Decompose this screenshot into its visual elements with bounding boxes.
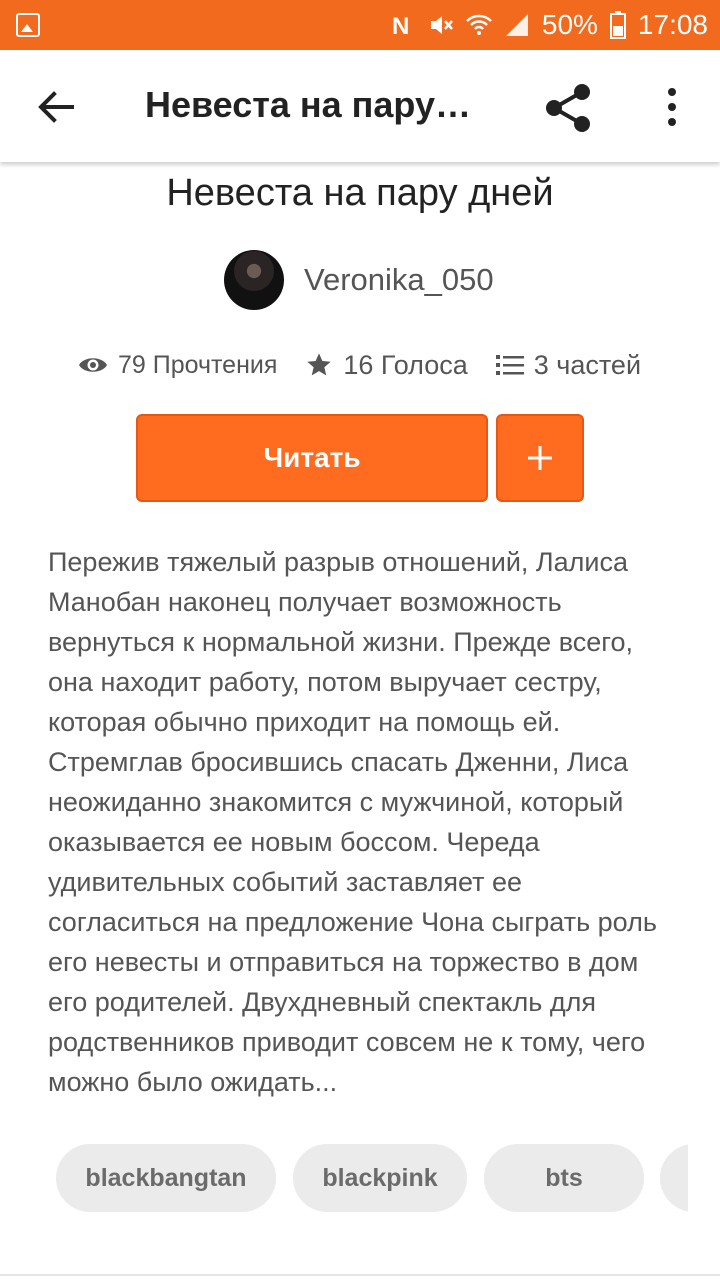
tag-list: blackbangtan blackpink bts: [56, 1144, 688, 1212]
signal-icon: [505, 14, 528, 36]
plus-icon: [528, 446, 552, 470]
tag-chip[interactable]: blackbangtan: [56, 1144, 276, 1212]
votes-stat: 16 Голоса: [305, 349, 468, 381]
tag-chip-partial[interactable]: [660, 1144, 688, 1212]
star-icon: [307, 353, 332, 376]
story-stats: 79 Прочтения 16 Голоса 3 частей: [78, 345, 669, 385]
n-icon: N: [392, 13, 409, 38]
svg-text:N: N: [392, 13, 409, 38]
votes-count: 16 Голоса: [343, 349, 468, 380]
reads-stat: 79 Прочтения: [78, 351, 277, 380]
story-description: Пережив тяжелый разрыв отношений, Лалиса…: [48, 547, 657, 1097]
reads-count: 79 Прочтения: [118, 350, 278, 379]
share-icon[interactable]: [540, 80, 596, 136]
avatar[interactable]: [224, 250, 284, 310]
parts-stat: 3 частей: [495, 349, 642, 381]
tag-chip[interactable]: bts: [484, 1144, 644, 1212]
mute-icon: [430, 16, 453, 34]
wifi-icon: [465, 14, 492, 35]
list-icon: [495, 355, 524, 375]
parts-count: 3 частей: [533, 349, 642, 380]
add-to-library-button[interactable]: [496, 414, 584, 502]
read-button[interactable]: Читать: [136, 414, 488, 502]
more-vert-icon[interactable]: [650, 82, 694, 132]
gallery-icon: [16, 13, 40, 37]
tag-chip[interactable]: blackpink: [293, 1144, 467, 1212]
back-arrow-icon[interactable]: [30, 82, 80, 132]
divider: [0, 1274, 720, 1276]
status-bar: N 50% 17:08: [0, 0, 720, 50]
author-name[interactable]: Veronika_050: [304, 262, 494, 298]
author-row[interactable]: Veronika_050: [224, 250, 494, 310]
battery-icon: [609, 11, 626, 39]
status-icons: N 50% 17:08: [390, 0, 708, 50]
app-bar: Невеста на пару…: [0, 50, 720, 162]
eye-icon: [79, 358, 107, 372]
clock: 17:08: [637, 9, 708, 40]
app-bar-title: Невеста на пару…: [145, 84, 471, 125]
story-title: Невеста на пару дней: [166, 172, 554, 214]
battery-percent: 50%: [541, 9, 598, 40]
